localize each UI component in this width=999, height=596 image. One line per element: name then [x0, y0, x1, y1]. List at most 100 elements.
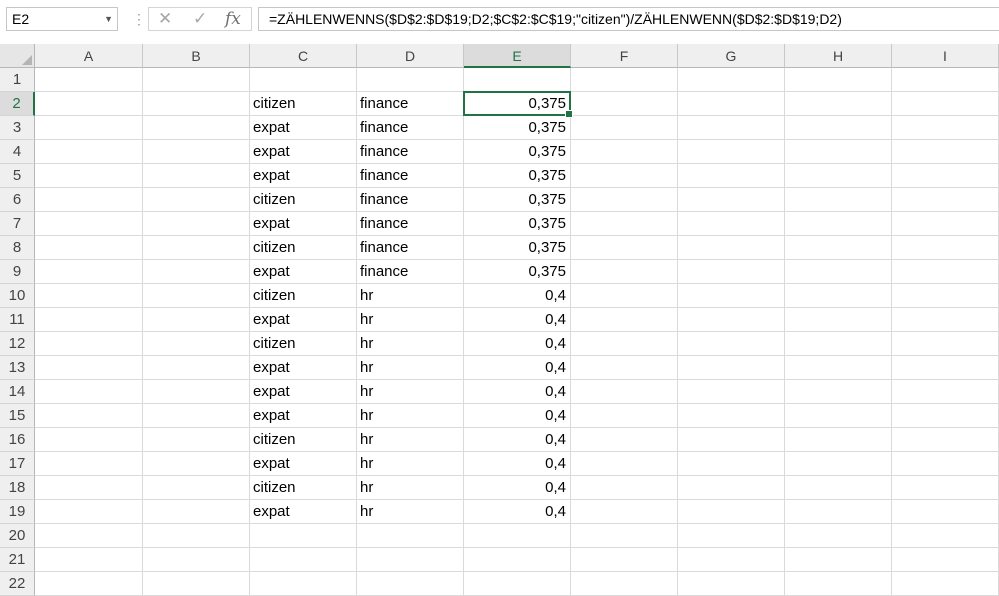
- cell-a5[interactable]: [35, 164, 143, 188]
- cell-f3[interactable]: [571, 116, 678, 140]
- cell-b5[interactable]: [143, 164, 250, 188]
- cell-e10[interactable]: 0,4: [464, 284, 571, 308]
- cell-i7[interactable]: [892, 212, 999, 236]
- cell-f18[interactable]: [571, 476, 678, 500]
- cell-d13[interactable]: hr: [357, 356, 464, 380]
- cell-d9[interactable]: finance: [357, 260, 464, 284]
- cell-b9[interactable]: [143, 260, 250, 284]
- column-header-f[interactable]: F: [571, 44, 678, 68]
- cell-e18[interactable]: 0,4: [464, 476, 571, 500]
- cell-c11[interactable]: expat: [250, 308, 357, 332]
- cell-d2[interactable]: finance: [357, 92, 464, 116]
- cell-f5[interactable]: [571, 164, 678, 188]
- cell-f9[interactable]: [571, 260, 678, 284]
- name-box[interactable]: E2 ▼: [6, 7, 118, 31]
- cell-g15[interactable]: [678, 404, 785, 428]
- formula-input[interactable]: =ZÄHLENWENNS($D$2:$D$19;D2;$C$2:$C$19;"c…: [258, 7, 999, 31]
- cell-c12[interactable]: citizen: [250, 332, 357, 356]
- cell-h18[interactable]: [785, 476, 892, 500]
- row-header-2[interactable]: 2: [0, 92, 35, 116]
- cell-f8[interactable]: [571, 236, 678, 260]
- cell-g9[interactable]: [678, 260, 785, 284]
- cancel-icon[interactable]: ✕: [158, 9, 172, 29]
- cell-f4[interactable]: [571, 140, 678, 164]
- cell-g19[interactable]: [678, 500, 785, 524]
- cell-c16[interactable]: citizen: [250, 428, 357, 452]
- cell-e6[interactable]: 0,375: [464, 188, 571, 212]
- cell-h16[interactable]: [785, 428, 892, 452]
- cell-h4[interactable]: [785, 140, 892, 164]
- cell-c2[interactable]: citizen: [250, 92, 357, 116]
- cell-h1[interactable]: [785, 68, 892, 92]
- cell-d10[interactable]: hr: [357, 284, 464, 308]
- row-header-5[interactable]: 5: [0, 164, 35, 188]
- cell-f21[interactable]: [571, 548, 678, 572]
- cell-d1[interactable]: [357, 68, 464, 92]
- cell-f10[interactable]: [571, 284, 678, 308]
- cell-g17[interactable]: [678, 452, 785, 476]
- cell-i20[interactable]: [892, 524, 999, 548]
- row-header-15[interactable]: 15: [0, 404, 35, 428]
- cell-d20[interactable]: [357, 524, 464, 548]
- cell-c1[interactable]: [250, 68, 357, 92]
- cell-i15[interactable]: [892, 404, 999, 428]
- cell-c15[interactable]: expat: [250, 404, 357, 428]
- cell-b21[interactable]: [143, 548, 250, 572]
- row-header-3[interactable]: 3: [0, 116, 35, 140]
- cell-e11[interactable]: 0,4: [464, 308, 571, 332]
- cell-i3[interactable]: [892, 116, 999, 140]
- cell-g4[interactable]: [678, 140, 785, 164]
- cell-c19[interactable]: expat: [250, 500, 357, 524]
- cell-i9[interactable]: [892, 260, 999, 284]
- cell-b7[interactable]: [143, 212, 250, 236]
- cell-g3[interactable]: [678, 116, 785, 140]
- cell-i13[interactable]: [892, 356, 999, 380]
- cell-i10[interactable]: [892, 284, 999, 308]
- cell-h5[interactable]: [785, 164, 892, 188]
- cell-a9[interactable]: [35, 260, 143, 284]
- cell-b22[interactable]: [143, 572, 250, 596]
- row-header-10[interactable]: 10: [0, 284, 35, 308]
- cell-e21[interactable]: [464, 548, 571, 572]
- cell-a21[interactable]: [35, 548, 143, 572]
- cell-a19[interactable]: [35, 500, 143, 524]
- cell-e14[interactable]: 0,4: [464, 380, 571, 404]
- cell-i16[interactable]: [892, 428, 999, 452]
- cell-f15[interactable]: [571, 404, 678, 428]
- cell-a8[interactable]: [35, 236, 143, 260]
- column-header-g[interactable]: G: [678, 44, 785, 68]
- cell-d5[interactable]: finance: [357, 164, 464, 188]
- cell-d14[interactable]: hr: [357, 380, 464, 404]
- cell-i8[interactable]: [892, 236, 999, 260]
- cell-b15[interactable]: [143, 404, 250, 428]
- cell-b2[interactable]: [143, 92, 250, 116]
- cell-f22[interactable]: [571, 572, 678, 596]
- cell-b3[interactable]: [143, 116, 250, 140]
- cell-d22[interactable]: [357, 572, 464, 596]
- column-header-h[interactable]: H: [785, 44, 892, 68]
- cell-f13[interactable]: [571, 356, 678, 380]
- cell-d16[interactable]: hr: [357, 428, 464, 452]
- cell-h8[interactable]: [785, 236, 892, 260]
- cell-f12[interactable]: [571, 332, 678, 356]
- cell-f20[interactable]: [571, 524, 678, 548]
- cell-g5[interactable]: [678, 164, 785, 188]
- cell-a11[interactable]: [35, 308, 143, 332]
- cell-c21[interactable]: [250, 548, 357, 572]
- cell-f1[interactable]: [571, 68, 678, 92]
- row-header-12[interactable]: 12: [0, 332, 35, 356]
- cell-f16[interactable]: [571, 428, 678, 452]
- cell-g7[interactable]: [678, 212, 785, 236]
- cell-c8[interactable]: citizen: [250, 236, 357, 260]
- cell-i12[interactable]: [892, 332, 999, 356]
- cell-b6[interactable]: [143, 188, 250, 212]
- cell-a17[interactable]: [35, 452, 143, 476]
- cell-h3[interactable]: [785, 116, 892, 140]
- cell-b10[interactable]: [143, 284, 250, 308]
- enter-icon[interactable]: ✓: [193, 9, 207, 29]
- cell-e13[interactable]: 0,4: [464, 356, 571, 380]
- cell-c10[interactable]: citizen: [250, 284, 357, 308]
- cell-a20[interactable]: [35, 524, 143, 548]
- cell-d3[interactable]: finance: [357, 116, 464, 140]
- cell-a14[interactable]: [35, 380, 143, 404]
